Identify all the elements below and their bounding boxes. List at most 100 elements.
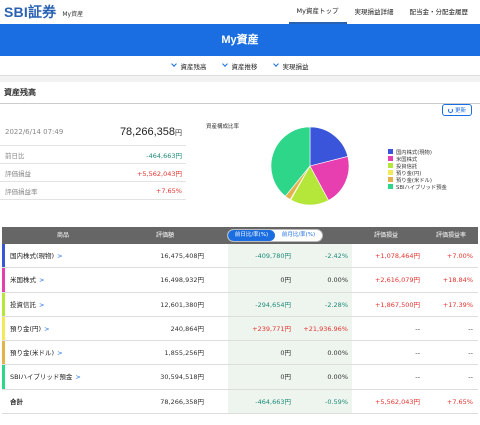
summary-value: +7.65% (155, 186, 182, 195)
chevron-right-icon: > (75, 373, 81, 382)
row-color-bar (2, 268, 5, 292)
th-name: 商品 (57, 232, 70, 239)
chevron-down-icon (170, 61, 177, 67)
row-name-link[interactable]: SBIハイブリッド預金 > (10, 365, 81, 389)
refresh-button[interactable]: 更新 (441, 104, 472, 116)
row-name: 預り金(米ドル) (10, 349, 55, 358)
row-eval: 240,864円 (170, 324, 204, 333)
chart-title: 資産構成比率 (206, 124, 240, 130)
summary-value: +5,562,043円 (136, 169, 182, 178)
page-banner: My資産 (0, 24, 480, 56)
asset-pie-chart (270, 126, 350, 206)
row-eval: 16,475,408円 (160, 252, 204, 260)
row-day-amount: +239,771円 (252, 324, 291, 333)
subnav-asset-trend[interactable]: 資産推移 (221, 61, 258, 71)
legend-swatch (388, 184, 393, 189)
summary-datetime: 2022/6/14 07:49 (5, 127, 64, 136)
nav-realized-pl[interactable]: 実現損益詳細 (347, 0, 402, 24)
table-body: 国内株式(現物) >16,475,408円 -409,780円 -2.42% +1,07… (2, 244, 478, 415)
total-eval: 78,266,358円 (160, 397, 204, 406)
sbi-logo[interactable]: SBI証券 My資産 (4, 2, 83, 22)
row-eval: 16,498,932円 (160, 276, 204, 285)
row-gain-pct: +18.84% (442, 276, 473, 285)
summary-total: 78,266,358円 (120, 126, 182, 138)
nav-my-assets-top[interactable]: My資産トップ (288, 0, 347, 24)
total-value: 78,266,358 (119, 125, 175, 138)
table-total-row: 合計 78,266,358円 -464,663円 -0.59% +5,562,043円 +… (2, 389, 478, 415)
row-color-bar (2, 292, 5, 316)
summary-row-unrealized-pl: 評価損益 +5,562,043円 (0, 164, 186, 182)
total-day-amount: -464,663円 (255, 397, 291, 406)
row-name: 米国株式 (10, 276, 36, 285)
subnav-realized-pl[interactable]: 実現損益 (272, 61, 309, 71)
sub-nav: 資産残高 資産推移 実現損益 (0, 56, 480, 76)
row-color-bar (2, 316, 5, 341)
th-gain: 評価損益 (374, 232, 399, 239)
row-day-amount: -294,654円 (255, 300, 291, 309)
th-gain-pct: 評価損益率 (436, 232, 467, 239)
subnav-asset-balance[interactable]: 資産残高 (170, 61, 207, 71)
legend-swatch (388, 149, 393, 154)
refresh-label: 更新 (454, 108, 466, 114)
nav-dividend-history[interactable]: 配当金・分配金履歴 (402, 0, 477, 24)
total-gain: +5,562,043円 (374, 397, 420, 406)
total-yen: 円 (175, 128, 182, 137)
row-name-link[interactable]: 投資信託 > (10, 293, 44, 317)
summary-panel: 2022/6/14 07:49 78,266,358円 前日比 -464,663… (0, 118, 186, 200)
legend-item: SBIハイブリッド預金 (388, 183, 447, 191)
row-day-amount: 0円 (280, 349, 291, 358)
table-header: 商品 評価額 前日比/率(%) 前月比/率(%) 評価損益 評価損益率 (2, 227, 478, 244)
chevron-right-icon: > (39, 300, 45, 309)
row-eval: 1,855,256円 (164, 349, 204, 358)
toggle-month-change[interactable]: 前月比/率(%) (275, 230, 322, 241)
row-gain: -- (415, 373, 420, 382)
chevron-down-icon (272, 61, 279, 67)
table-row: SBIハイブリッド預金 >30,594,518円 0円 0.00% -- -- (2, 365, 478, 390)
row-day-pct: -2.42% (325, 252, 348, 260)
row-name-link[interactable]: 預り金(円) > (10, 317, 50, 341)
row-color-bar (2, 244, 5, 268)
legend-swatch (388, 163, 393, 168)
summary-label: 評価損益率 (5, 187, 38, 196)
subnav-label: 資産推移 (231, 62, 258, 71)
row-gain-pct: -- (468, 324, 473, 333)
row-day-amount: 0円 (280, 373, 291, 382)
legend-swatch (388, 170, 393, 175)
row-eval: 30,594,518円 (160, 373, 204, 382)
chevron-right-icon: > (39, 276, 45, 285)
row-day-amount: -409,780円 (255, 252, 291, 260)
toggle-day-change[interactable]: 前日比/率(%) (228, 230, 275, 241)
top-bar: SBI証券 My資産 My資産トップ 実現損益詳細 配当金・分配金履歴 (0, 0, 480, 24)
row-day-pct: 0.00% (327, 373, 348, 382)
section-title: 資産残高 (4, 88, 36, 97)
row-gain: -- (415, 324, 420, 333)
summary-row-day-change: 前日比 -464,663円 (0, 146, 186, 164)
row-name: 預り金(円) (10, 324, 42, 333)
refresh-icon (447, 107, 453, 113)
row-day-pct: -2.28% (325, 300, 348, 309)
row-day-pct: 0.00% (327, 349, 348, 358)
row-gain-pct: -- (468, 349, 473, 358)
row-name-link[interactable]: 国内株式(現物) > (10, 244, 63, 268)
table-row: 預り金(円) >240,864円 +239,771円 +21,936.96% -- -- (2, 316, 478, 342)
chart-legend: 国内株式(現物) 米国株式 投資信託 預り金(円) 預り金(米ドル) SBIハイブリッド預… (388, 148, 447, 191)
total-gain-pct: +7.65% (446, 397, 473, 406)
row-day-pct: 0.00% (327, 276, 348, 285)
compare-toggle: 前日比/率(%) 前月比/率(%) (227, 229, 323, 242)
row-name-link[interactable]: 米国株式 > (10, 268, 44, 292)
chevron-right-icon: > (57, 349, 63, 358)
chevron-down-icon (221, 61, 228, 67)
logo-text: SBI証券 (4, 4, 57, 20)
legend-swatch (388, 177, 393, 182)
row-name-link[interactable]: 預り金(米ドル) > (10, 341, 63, 365)
summary-row-unrealized-pl-rate: 評価損益率 +7.65% (0, 182, 186, 200)
legend-swatch (388, 156, 393, 161)
row-gain-pct: +7.00% (446, 252, 473, 260)
summary-label: 前日比 (5, 151, 25, 160)
row-day-amount: 0円 (280, 276, 291, 285)
asset-table: 商品 評価額 前日比/率(%) 前月比/率(%) 評価損益 評価損益率 国内株式… (2, 227, 478, 415)
divider (0, 103, 480, 104)
logo-sub: My資産 (62, 11, 84, 18)
total-day-pct: -0.59% (325, 397, 348, 406)
row-gain: +2,616,079円 (374, 276, 420, 285)
